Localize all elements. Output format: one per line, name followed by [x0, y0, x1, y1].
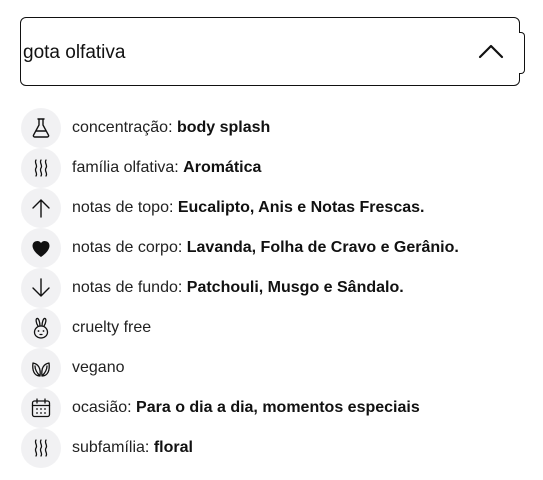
heart-icon: [21, 228, 61, 268]
attribute-value: Para o dia a dia, momentos especiais: [136, 399, 420, 416]
accordion-title: gota olfativa: [23, 42, 126, 63]
attribute-text: notas de topo: Eucalipto, Anis e Notas F…: [72, 198, 424, 218]
attribute-value: floral: [153, 439, 193, 456]
attribute-text: família olfativa: Aromática: [72, 158, 261, 178]
attribute-value: body splash: [176, 119, 271, 136]
accordion-header-gota-olfativa[interactable]: gota olfativa: [20, 17, 525, 86]
attribute-label: notas de fundo: [72, 279, 178, 296]
attribute-text: cruelty free: [72, 318, 151, 338]
waves-icon: [21, 428, 61, 468]
attribute-familia-olfativa: família olfativa: Aromática: [21, 148, 531, 188]
attribute-label: vegano: [72, 359, 125, 376]
flask-icon: [21, 108, 61, 148]
attribute-value: Lavanda, Folha de Cravo e Gerânio.: [186, 239, 459, 256]
attribute-notas-de-topo: notas de topo: Eucalipto, Anis e Notas F…: [21, 188, 531, 228]
attribute-label: ocasião: [72, 399, 128, 416]
attribute-vegano: vegano: [21, 348, 531, 388]
leaves-icon: [21, 348, 61, 388]
attribute-text: ocasião: Para o dia a dia, momentos espe…: [72, 398, 420, 418]
attribute-text: vegano: [72, 358, 125, 378]
calendar-icon: [21, 388, 61, 428]
fragrance-attributes-list: concentração: body splash família olfati…: [21, 108, 531, 468]
attribute-label: cruelty free: [72, 319, 152, 336]
attribute-label: notas de topo: [72, 199, 169, 216]
attribute-value: Eucalipto, Anis e Notas Frescas.: [177, 199, 425, 216]
attribute-label: notas de corpo: [72, 239, 178, 256]
attribute-separator: :: [177, 239, 187, 256]
waves-icon: [21, 148, 61, 188]
attribute-separator: :: [168, 119, 177, 136]
attribute-separator: :: [174, 159, 184, 176]
attribute-value: Aromática: [183, 159, 262, 176]
attribute-text: subfamília: floral: [72, 438, 193, 458]
attribute-ocasiao: ocasião: Para o dia a dia, momentos espe…: [21, 388, 531, 428]
attribute-notas-de-corpo: notas de corpo: Lavanda, Folha de Cravo …: [21, 228, 531, 268]
attribute-notas-de-fundo: notas de fundo: Patchouli, Musgo e Sânda…: [21, 268, 531, 308]
attribute-separator: :: [177, 279, 187, 296]
bunny-icon: [21, 308, 61, 348]
arrow-down-icon: [21, 268, 61, 308]
attribute-concentracao: concentração: body splash: [21, 108, 531, 148]
attribute-cruelty-free: cruelty free: [21, 308, 531, 348]
attribute-separator: :: [127, 399, 137, 416]
attribute-separator: :: [144, 439, 154, 456]
attribute-separator: :: [168, 199, 178, 216]
attribute-text: notas de corpo: Lavanda, Folha de Cravo …: [72, 238, 459, 258]
attribute-label: família olfativa: [72, 159, 175, 176]
attribute-label: concentração: [72, 119, 169, 136]
attribute-text: concentração: body splash: [72, 118, 270, 138]
attribute-subfamilia: subfamília: floral: [21, 428, 531, 468]
arrow-up-icon: [21, 188, 61, 228]
attribute-text: notas de fundo: Patchouli, Musgo e Sânda…: [72, 278, 404, 298]
chevron-up-icon[interactable]: [477, 40, 505, 62]
attribute-value: Patchouli, Musgo e Sândalo.: [186, 279, 404, 296]
attribute-label: subfamília: [72, 439, 145, 456]
